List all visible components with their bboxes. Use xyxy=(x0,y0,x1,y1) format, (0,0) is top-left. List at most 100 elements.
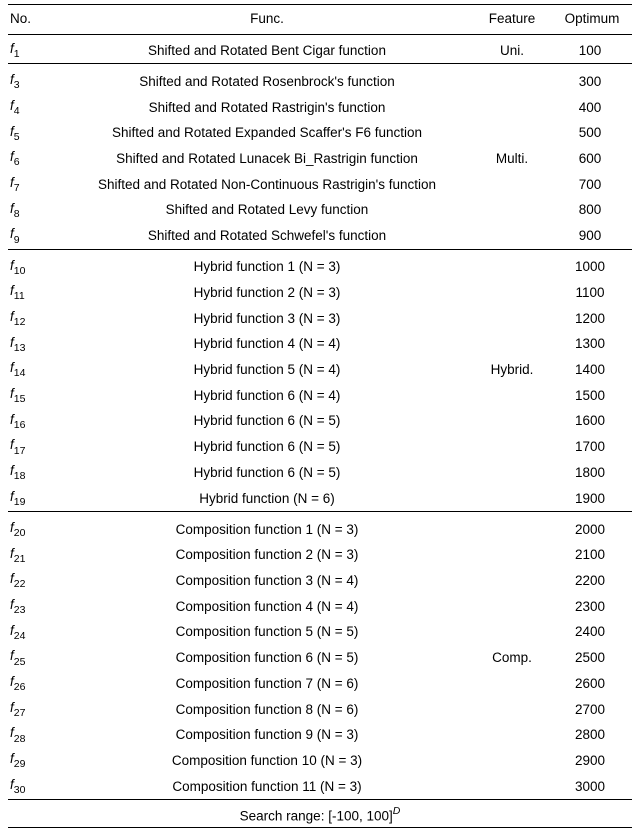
row-optimum: 1000 xyxy=(552,249,632,280)
table-row: f21Composition function 2 (N = 3)2100 xyxy=(8,542,632,568)
row-func: Shifted and Rotated Non-Continuous Rastr… xyxy=(62,171,472,197)
table-row: f12Hybrid function 3 (N = 3)1200 xyxy=(8,305,632,331)
table-row: f26Composition function 7 (N = 6) 2600 xyxy=(8,671,632,697)
row-optimum: 2100 xyxy=(552,542,632,568)
row-optimum: 3000 xyxy=(552,773,632,799)
row-feature xyxy=(472,408,552,434)
table-row: f28Composition function 9 (N = 3)2800 xyxy=(8,722,632,748)
row-optimum: 300 xyxy=(552,64,632,95)
row-feature xyxy=(472,280,552,306)
row-optimum: 2800 xyxy=(552,722,632,748)
row-func: Composition function 4 (N = 4) xyxy=(62,593,472,619)
row-feature xyxy=(472,542,552,568)
row-optimum: 2700 xyxy=(552,696,632,722)
row-func: Hybrid function (N = 6) xyxy=(62,485,472,511)
row-id: f20 xyxy=(8,511,62,542)
benchmark-table: No. Func. Feature Optimum f1Shifted and … xyxy=(8,5,632,799)
row-optimum: 900 xyxy=(552,223,632,249)
row-optimum: 2200 xyxy=(552,568,632,594)
footer-search-range: Search range: [-100, 100]D xyxy=(8,800,632,828)
table-row: f6Shifted and Rotated Lunacek Bi_Rastrig… xyxy=(8,146,632,172)
row-func: Composition function 11 (N = 3) xyxy=(62,773,472,799)
row-id: f26 xyxy=(8,671,62,697)
row-feature: Hybrid. xyxy=(472,357,552,383)
row-optimum: 2600 xyxy=(552,671,632,697)
row-feature xyxy=(472,171,552,197)
row-optimum: 100 xyxy=(552,35,632,64)
row-feature xyxy=(472,223,552,249)
row-optimum: 700 xyxy=(552,171,632,197)
row-optimum: 2500 xyxy=(552,645,632,671)
table-row: f14Hybrid function 5 (N = 4)Hybrid.1400 xyxy=(8,357,632,383)
row-func: Hybrid function 6 (N = 5) xyxy=(62,460,472,486)
row-func: Hybrid function 1 (N = 3) xyxy=(62,249,472,280)
row-func: Composition function 6 (N = 5) xyxy=(62,645,472,671)
table-row: f4Shifted and Rotated Rastrigin's functi… xyxy=(8,94,632,120)
table-row: f16Hybrid function 6 (N = 5)1600 xyxy=(8,408,632,434)
row-func: Hybrid function 2 (N = 3) xyxy=(62,280,472,306)
row-optimum: 800 xyxy=(552,197,632,223)
row-id: f14 xyxy=(8,357,62,383)
row-func: Hybrid function 5 (N = 4) xyxy=(62,357,472,383)
row-id: f17 xyxy=(8,434,62,460)
row-id: f24 xyxy=(8,619,62,645)
row-feature xyxy=(472,94,552,120)
row-id: f13 xyxy=(8,331,62,357)
row-feature: Uni. xyxy=(472,35,552,64)
row-id: f1 xyxy=(8,35,62,64)
row-func: Hybrid function 6 (N = 5) xyxy=(62,408,472,434)
row-id: f19 xyxy=(8,485,62,511)
row-optimum: 2300 xyxy=(552,593,632,619)
row-feature xyxy=(472,568,552,594)
row-id: f10 xyxy=(8,249,62,280)
row-func: Shifted and Rotated Rosenbrock's functio… xyxy=(62,64,472,95)
benchmark-table-container: No. Func. Feature Optimum f1Shifted and … xyxy=(0,0,640,838)
row-id: f27 xyxy=(8,696,62,722)
row-func: Composition function 10 (N = 3) xyxy=(62,748,472,774)
table-row: f24Composition function 5 (N = 5)2400 xyxy=(8,619,632,645)
row-func: Composition function 3 (N = 4) xyxy=(62,568,472,594)
table-row: f9Shifted and Rotated Schwefel's functio… xyxy=(8,223,632,249)
row-id: f5 xyxy=(8,120,62,146)
table-row: f13Hybrid function 4 (N = 4)1300 xyxy=(8,331,632,357)
row-id: f9 xyxy=(8,223,62,249)
row-feature: Multi. xyxy=(472,146,552,172)
header-row: No. Func. Feature Optimum xyxy=(8,5,632,35)
row-feature xyxy=(472,485,552,511)
row-optimum: 1200 xyxy=(552,305,632,331)
row-id: f29 xyxy=(8,748,62,774)
row-id: f30 xyxy=(8,773,62,799)
row-id: f8 xyxy=(8,197,62,223)
row-func: Composition function 2 (N = 3) xyxy=(62,542,472,568)
row-feature xyxy=(472,773,552,799)
row-func: Composition function 1 (N = 3) xyxy=(62,511,472,542)
table-row: f3Shifted and Rotated Rosenbrock's funct… xyxy=(8,64,632,95)
row-optimum: 1500 xyxy=(552,382,632,408)
row-optimum: 500 xyxy=(552,120,632,146)
table-row: f23Composition function 4 (N = 4)2300 xyxy=(8,593,632,619)
row-optimum: 400 xyxy=(552,94,632,120)
table-row: f8Shifted and Rotated Levy function800 xyxy=(8,197,632,223)
table-row: f17Hybrid function 6 (N = 5)1700 xyxy=(8,434,632,460)
row-feature xyxy=(472,460,552,486)
row-func: Hybrid function 6 (N = 5) xyxy=(62,434,472,460)
row-id: f7 xyxy=(8,171,62,197)
row-optimum: 1100 xyxy=(552,280,632,306)
table-row: f15Hybrid function 6 (N = 4)1500 xyxy=(8,382,632,408)
row-feature xyxy=(472,593,552,619)
row-func: Shifted and Rotated Rastrigin's function xyxy=(62,94,472,120)
table-row: f1Shifted and Rotated Bent Cigar functio… xyxy=(8,35,632,64)
row-id: f25 xyxy=(8,645,62,671)
row-id: f4 xyxy=(8,94,62,120)
row-feature xyxy=(472,331,552,357)
row-feature xyxy=(472,434,552,460)
row-id: f11 xyxy=(8,280,62,306)
row-func: Shifted and Rotated Schwefel's function xyxy=(62,223,472,249)
row-optimum: 1300 xyxy=(552,331,632,357)
row-id: f18 xyxy=(8,460,62,486)
table-row: f11Hybrid function 2 (N = 3) 1100 xyxy=(8,280,632,306)
row-id: f3 xyxy=(8,64,62,95)
table-row: f30Composition function 11 (N = 3) 3000 xyxy=(8,773,632,799)
row-id: f28 xyxy=(8,722,62,748)
row-func: Composition function 7 (N = 6) xyxy=(62,671,472,697)
